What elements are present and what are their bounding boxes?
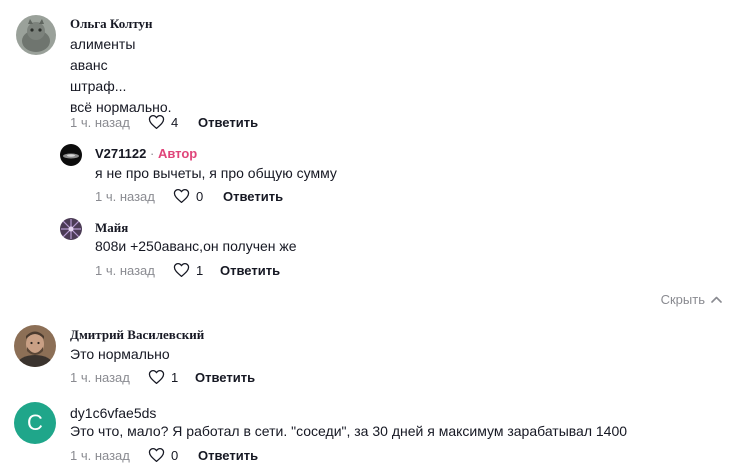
reply-button[interactable]: Ответить [198,115,258,130]
heart-icon [148,114,165,130]
comment-text-line: аванс [70,57,108,73]
comment-author[interactable]: Майя [95,220,128,236]
like-button[interactable]: 0 [148,447,178,463]
comment-meta: 1 ч. назад [95,186,155,206]
comment-time: 1 ч. назад [70,447,130,463]
author-username[interactable]: V271122 [95,146,146,161]
heart-icon [173,262,190,278]
author-badge: Автор [157,146,198,161]
like-count: 1 [196,262,204,278]
avatar-letter: C [27,410,43,435]
like-button[interactable]: 1 [148,369,178,385]
avatar[interactable] [16,15,56,55]
comment-author[interactable]: dy1c6vfae5ds [70,405,156,421]
comment-time: 1 ч. назад [95,188,155,204]
author-separator: · [149,146,155,161]
comment-author[interactable]: Ольга Колтун [70,16,153,32]
hide-replies-button[interactable]: Скрыть [661,292,722,307]
like-button[interactable]: 1 [173,262,203,278]
comment-time: 1 ч. назад [70,369,130,385]
heart-icon [148,447,165,463]
heart-icon [173,188,190,204]
comment-text-line: 808и +250аванс,он получен же [95,238,297,254]
comment-meta: 1 ч. назад [95,260,155,280]
reply-button[interactable]: Ответить [223,189,283,204]
comment-text-line: алименты [70,36,136,52]
like-count: 0 [171,447,179,463]
comment-text-line: я не про вычеты, я про общую сумму [95,165,337,181]
heart-icon [148,369,165,385]
chevron-up-icon [711,296,722,303]
like-button[interactable]: 0 [173,188,203,204]
comment-author[interactable]: Дмитрий Василевский [70,327,204,343]
comment-text-line: Это нормально [70,346,170,362]
comment-text-line: Это что, мало? Я работал в сети. "соседи… [70,423,628,439]
like-button[interactable]: 4 [148,114,178,130]
avatar[interactable] [60,144,82,166]
comment-time: 1 ч. назад [95,262,155,278]
reply-button[interactable]: Ответить [198,448,258,463]
avatar[interactable]: C [14,402,56,444]
comment-meta: 1 ч. назад [70,367,130,387]
comment-author[interactable]: V271122 · Автор [95,146,197,161]
hide-replies-label: Скрыть [660,292,705,307]
reply-button[interactable]: Ответить [195,370,255,385]
avatar[interactable] [14,325,56,367]
comment-meta: 1 ч. назад [70,445,130,465]
comment-text-line: штраф... [70,78,127,94]
comment-time: 1 ч. назад [70,114,130,130]
like-count: 0 [196,188,204,204]
avatar[interactable] [60,218,82,240]
like-count: 1 [171,369,179,385]
comment-meta: 1 ч. назад [70,112,130,132]
reply-button[interactable]: Ответить [220,263,280,278]
like-count: 4 [171,114,179,130]
